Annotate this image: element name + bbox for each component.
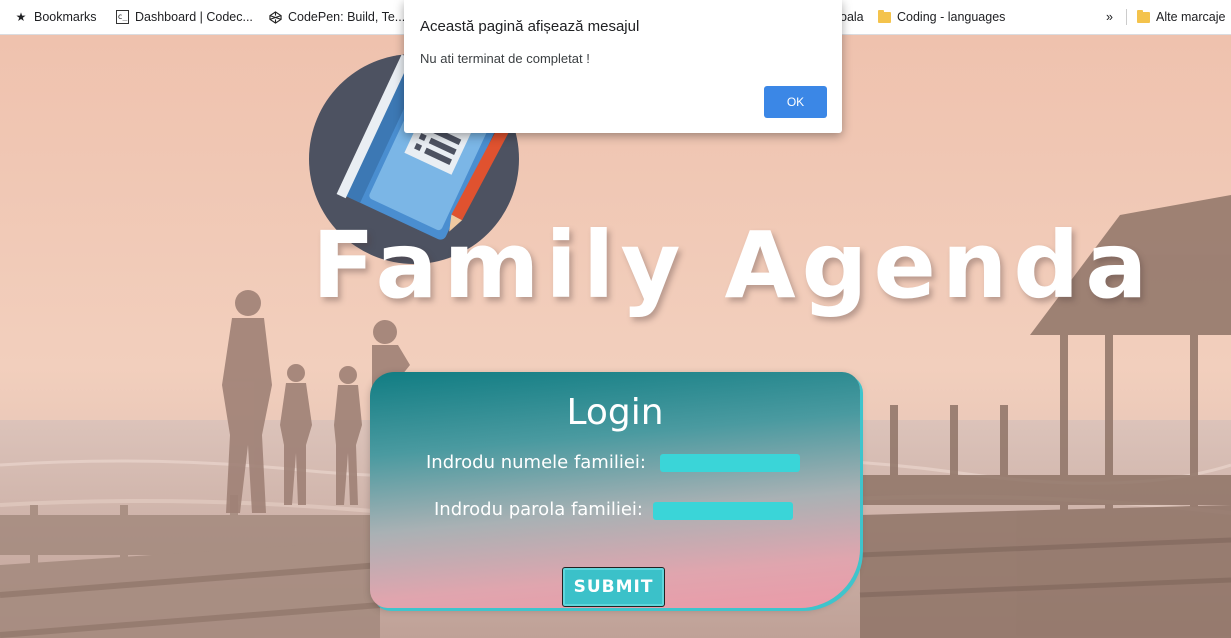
alert-dialog: Această pagină afișează mesajul Nu ati t… [404, 0, 842, 133]
bookmark-label: Bookmarks [34, 10, 97, 24]
login-title: Login [566, 392, 664, 433]
folder-icon [1137, 9, 1150, 23]
alert-title: Această pagină afișează mesajul [420, 18, 640, 35]
family-name-label: Indrodu numele familiei: [426, 452, 646, 473]
bookmark-folder-coding[interactable]: Coding - languages [878, 0, 1005, 34]
bookmarks-overflow-button[interactable]: » [1106, 0, 1113, 34]
bookmark-other-bookmarks[interactable]: Alte marcaje [1137, 0, 1225, 34]
star-icon: ★ [15, 10, 27, 24]
chevron-double-right-icon: » [1106, 10, 1113, 24]
bookmark-codepen[interactable]: CodePen: Build, Te... [268, 0, 405, 34]
bookmark-label: Alte marcaje [1156, 10, 1226, 24]
submit-button[interactable]: SUBMIT [562, 567, 665, 607]
alert-message: Nu ati terminat de completat ! [420, 51, 590, 66]
codepen-icon [268, 10, 282, 24]
login-card: Login Indrodu numele familiei: Indrodu p… [370, 372, 860, 608]
codecademy-icon: c_ [116, 10, 129, 24]
page-title: Family Agenda [312, 212, 1154, 319]
bookmark-label: oala [840, 10, 864, 24]
bookmark-folder-oala[interactable]: oala [840, 0, 864, 34]
bookmark-bookmarks[interactable]: ★ Bookmarks [14, 0, 97, 34]
bookmark-label: CodePen: Build, Te... [288, 10, 406, 24]
folder-icon [878, 9, 891, 23]
family-password-input[interactable] [653, 502, 793, 520]
bookmark-codecademy[interactable]: c_ Dashboard | Codec... [116, 0, 253, 34]
alert-ok-button[interactable]: OK [764, 86, 827, 118]
family-password-label: Indrodu parola familiei: [434, 499, 643, 520]
bookmark-label: Coding - languages [897, 10, 1006, 24]
family-name-input[interactable] [660, 454, 800, 472]
bookmark-label: Dashboard | Codec... [135, 10, 253, 24]
bookmarks-divider [1126, 9, 1127, 25]
